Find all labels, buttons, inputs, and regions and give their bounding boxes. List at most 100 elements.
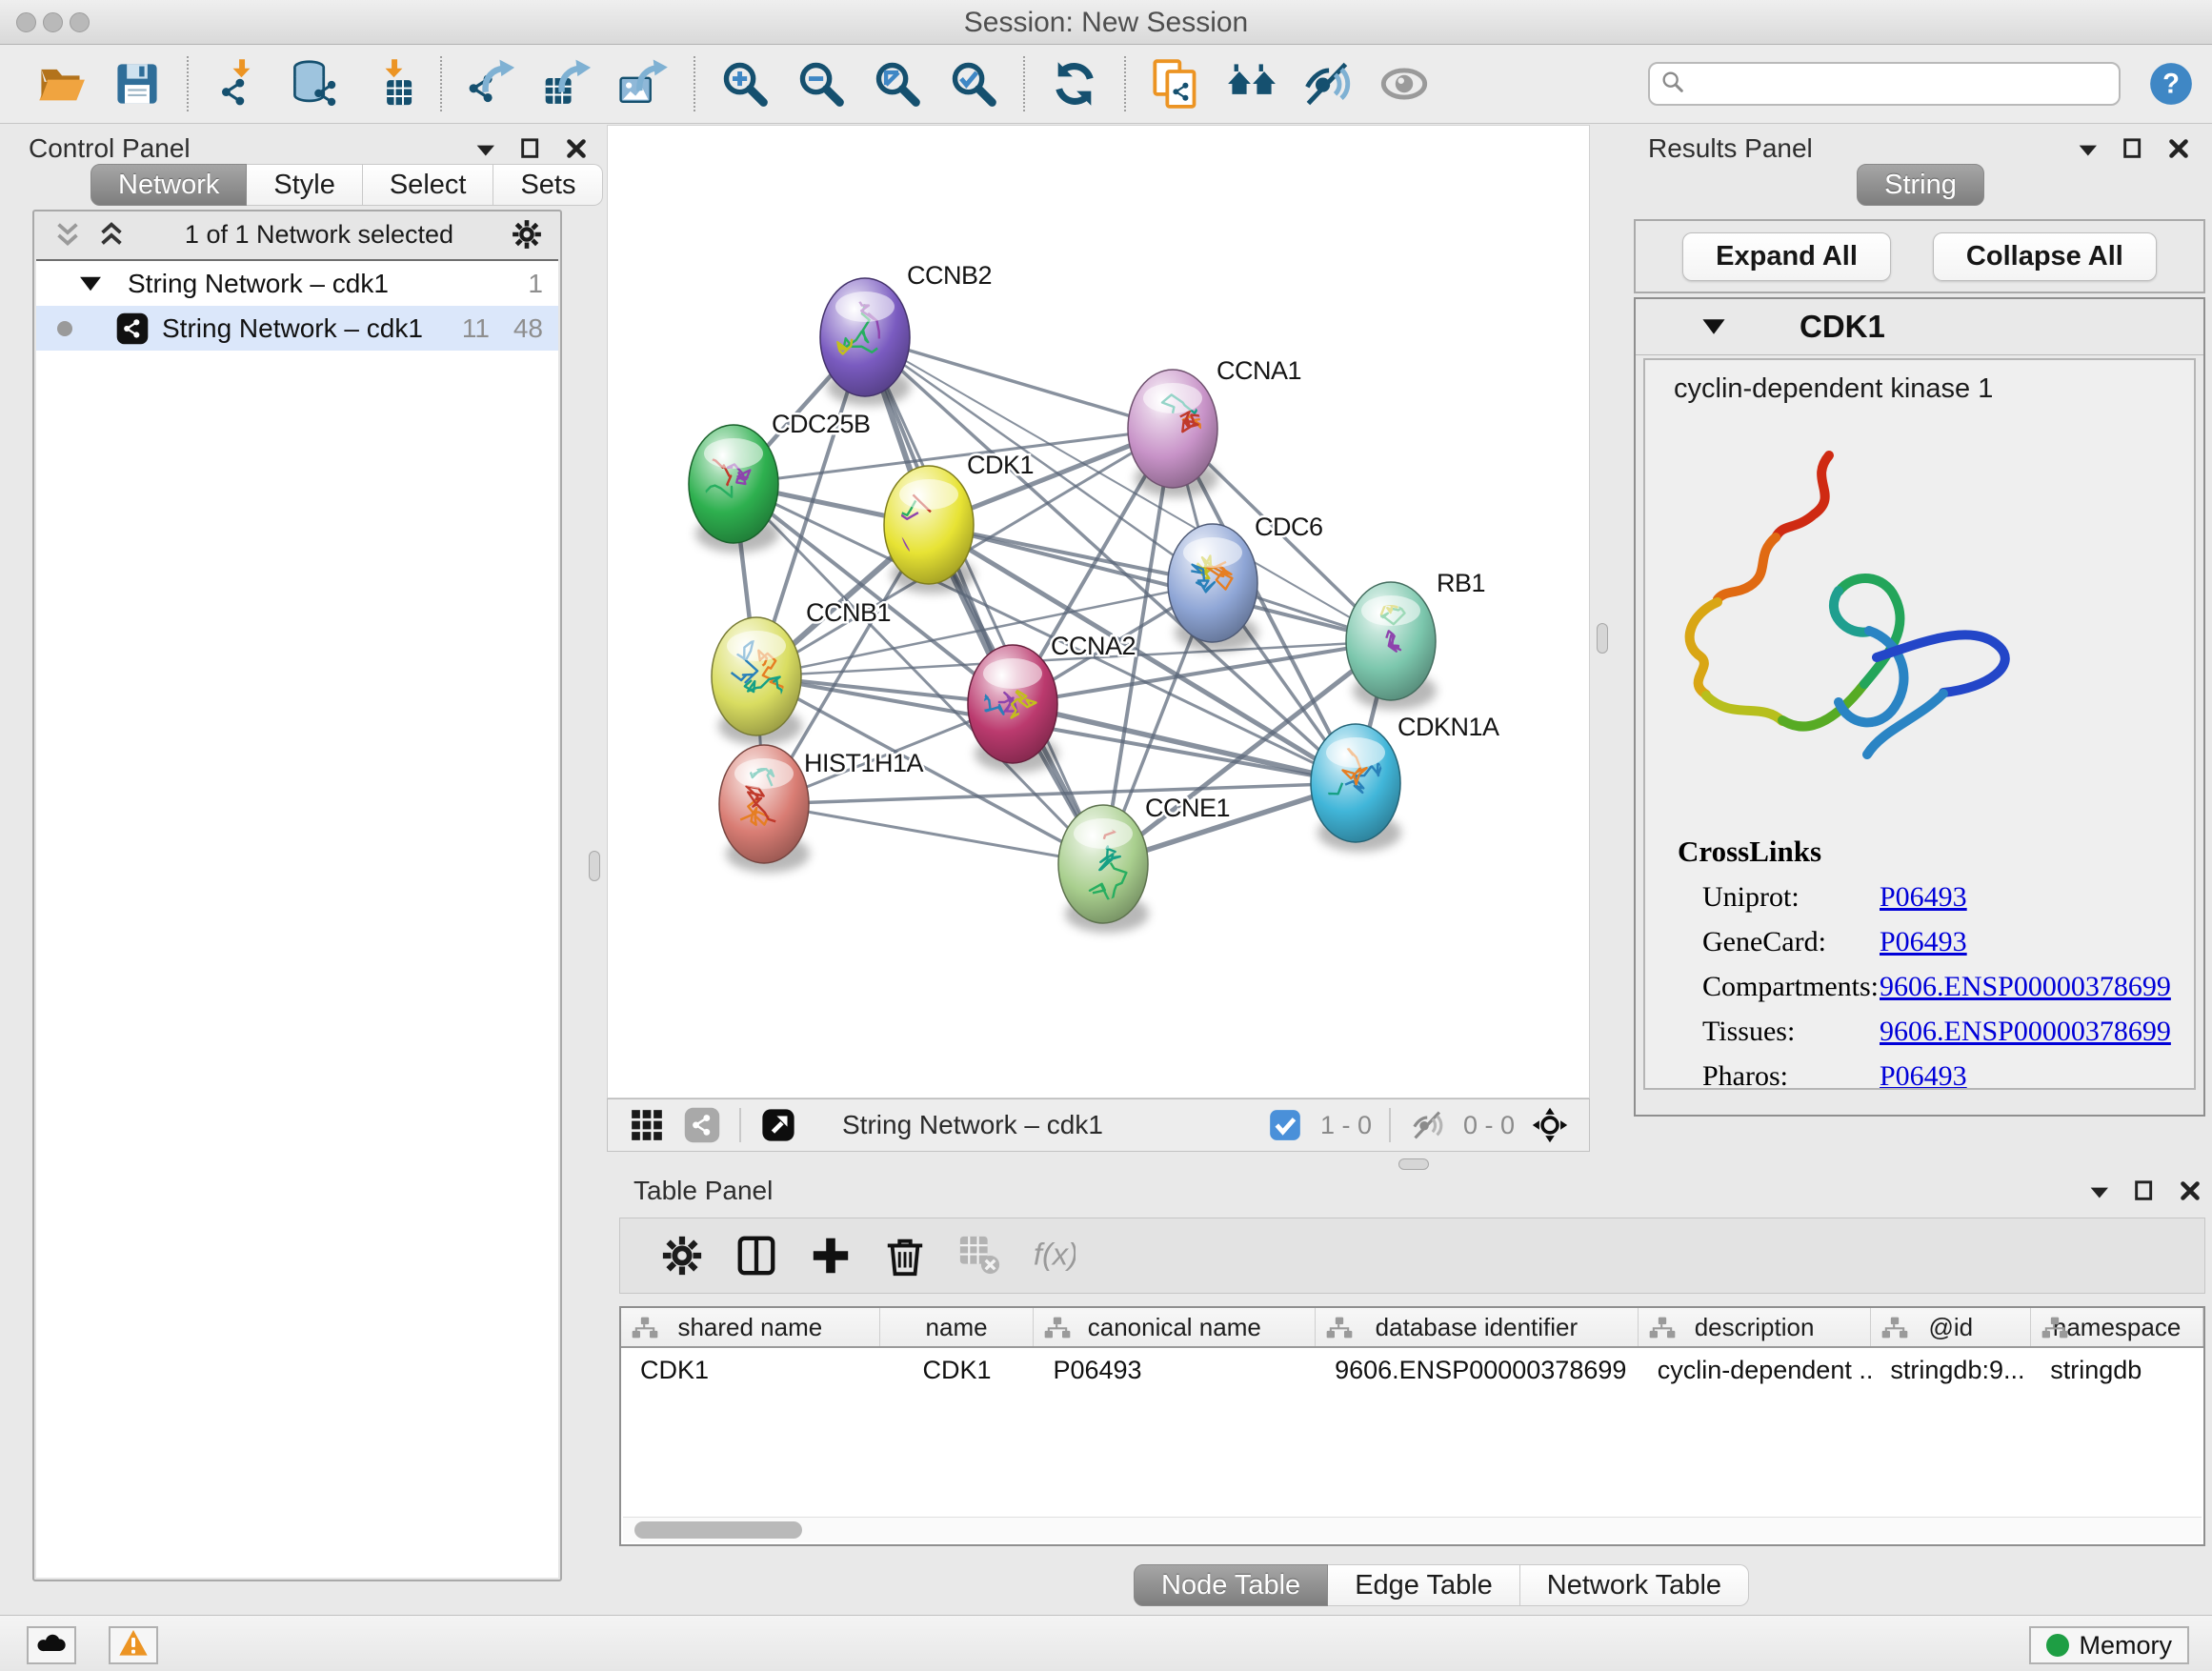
string-node-section: CDK1 cyclin-dependent kinase 1 CrossLink… xyxy=(1634,297,2205,1117)
zoom-selected-icon[interactable] xyxy=(949,59,998,109)
crosslink-link[interactable]: 9606.ENSP00000378699 xyxy=(1880,971,2171,1003)
warnings-button[interactable] xyxy=(109,1626,158,1664)
edge-CCNB2-CCNA1[interactable] xyxy=(865,337,1173,429)
edge-CDK1-RB1[interactable] xyxy=(929,525,1391,641)
column-type-icon xyxy=(631,1316,659,1339)
svg-text:f(x): f(x) xyxy=(1034,1238,1076,1272)
network-node-CDC6[interactable]: CDC6 xyxy=(1168,513,1323,652)
selected-checkbox-icon[interactable] xyxy=(1267,1107,1303,1143)
tab-style[interactable]: Style xyxy=(247,164,362,206)
table-panel-float-button[interactable] xyxy=(2130,1177,2159,1205)
add-column-icon[interactable] xyxy=(809,1234,853,1278)
help-button[interactable]: ? xyxy=(2147,60,2195,108)
tab-node-table[interactable]: Node Table xyxy=(1134,1564,1328,1606)
zoom-out-icon[interactable] xyxy=(796,59,846,109)
table-panel-close-button[interactable] xyxy=(2176,1177,2204,1205)
results-panel-close-button[interactable] xyxy=(2164,134,2193,163)
table-row[interactable]: CDK1CDK1P064939606.ENSP00000378699cyclin… xyxy=(621,1348,2203,1392)
network-node-CDC25B[interactable]: CDC25B xyxy=(670,410,870,553)
crosslink-link[interactable]: 9606.ENSP00000378699 xyxy=(1880,1016,2171,1048)
right-splitter-handle[interactable] xyxy=(1597,623,1608,654)
export-network-icon[interactable] xyxy=(467,59,516,109)
hide-selected-icon[interactable] xyxy=(1303,59,1353,109)
network-node-CCNE1[interactable]: CCNE1 xyxy=(1058,794,1230,933)
table-options-gear-icon[interactable] xyxy=(660,1234,704,1278)
node-label-CDC6: CDC6 xyxy=(1255,513,1323,541)
collapse-all-icon[interactable] xyxy=(51,218,84,251)
zoom-in-icon[interactable] xyxy=(720,59,770,109)
collapse-all-button[interactable]: Collapse All xyxy=(1933,232,2157,281)
birds-eye-grid-icon[interactable] xyxy=(629,1107,665,1143)
results-panel-float-button[interactable] xyxy=(2119,134,2147,163)
results-panel-menu-button[interactable] xyxy=(2073,134,2101,163)
column-header-description[interactable]: description xyxy=(1639,1308,1872,1346)
expand-all-button[interactable]: Expand All xyxy=(1682,232,1891,281)
edge-CCNB2-CCNE1[interactable] xyxy=(865,337,1103,864)
network-overview-icon[interactable] xyxy=(684,1107,720,1143)
search-input[interactable] xyxy=(1694,69,2109,100)
import-table-icon[interactable] xyxy=(366,59,415,109)
crosslink-label: Tissues: xyxy=(1702,1016,1880,1048)
control-panel-menu-button[interactable] xyxy=(471,134,499,163)
tab-network[interactable]: Network xyxy=(90,164,247,206)
crosslink-link[interactable]: P06493 xyxy=(1880,881,1967,914)
search-box[interactable] xyxy=(1648,62,2121,106)
column-header-@id[interactable]: @id xyxy=(1871,1308,2031,1346)
tab-edge-table[interactable]: Edge Table xyxy=(1328,1564,1520,1606)
refresh-view-icon[interactable] xyxy=(1050,59,1099,109)
export-image-icon[interactable] xyxy=(619,59,669,109)
first-neighbors-icon[interactable] xyxy=(1227,59,1277,109)
node-section-header[interactable]: CDK1 xyxy=(1636,299,2203,355)
hidden-eye-icon[interactable] xyxy=(1410,1107,1446,1143)
column-header-canonical-name[interactable]: canonical name xyxy=(1034,1308,1316,1346)
tab-sets[interactable]: Sets xyxy=(493,164,603,206)
control-panel-float-button[interactable] xyxy=(516,134,545,163)
left-splitter-handle[interactable] xyxy=(589,851,600,881)
column-header-shared-name[interactable]: shared name xyxy=(621,1308,880,1346)
edge-CCNA2-CDKN1A[interactable] xyxy=(1013,704,1356,783)
collection-row[interactable]: String Network – cdk1 1 xyxy=(36,261,558,306)
fit-content-crosshair-icon[interactable] xyxy=(1532,1107,1568,1143)
memory-button[interactable]: Memory xyxy=(2029,1626,2189,1664)
open-session-icon[interactable] xyxy=(36,59,86,109)
network-node-CDKN1A[interactable]: CDKN1A xyxy=(1295,713,1499,852)
network-node-CCNA2[interactable]: CCNA2 xyxy=(968,632,1136,773)
bottom-splitter-handle[interactable] xyxy=(1398,1158,1429,1170)
import-network-from-database-icon[interactable] xyxy=(290,59,339,109)
table-scrollbar-thumb[interactable] xyxy=(634,1521,802,1539)
function-builder-icon: f(x) xyxy=(1032,1234,1076,1278)
network-row[interactable]: String Network – cdk1 11 48 xyxy=(36,306,558,351)
crosslink-link[interactable]: P06493 xyxy=(1880,926,1967,958)
cloud-button[interactable] xyxy=(27,1626,76,1664)
delete-column-icon[interactable] xyxy=(883,1234,927,1278)
crosslink-link[interactable]: P06493 xyxy=(1880,1060,1967,1090)
column-header-database-identifier[interactable]: database identifier xyxy=(1316,1308,1639,1346)
network-node-CCNB2[interactable]: CCNB2 xyxy=(820,261,992,406)
zoom-fit-icon[interactable] xyxy=(873,59,922,109)
expand-all-icon[interactable] xyxy=(95,218,128,251)
tab-select[interactable]: Select xyxy=(363,164,494,206)
import-network-icon[interactable] xyxy=(213,59,263,109)
table-panel-menu-button[interactable] xyxy=(2084,1177,2113,1205)
results-panel-header: Results Panel xyxy=(1629,130,2212,168)
collection-expander-icon[interactable] xyxy=(74,268,107,300)
show-all-icon[interactable] xyxy=(1379,59,1429,109)
node-section-expander-icon[interactable] xyxy=(1697,310,1731,344)
network-node-HIST1H1A[interactable]: HIST1H1A xyxy=(719,745,924,873)
network-node-CCNA1[interactable]: CCNA1 xyxy=(1128,356,1301,497)
clone-network-icon[interactable] xyxy=(1151,59,1200,109)
network-view-canvas[interactable]: CDK1CCNB1CCNB2CCNA1CCNA2CCNE1CDC6CDC25BC… xyxy=(607,125,1590,1098)
detach-view-icon[interactable] xyxy=(760,1107,796,1143)
save-session-icon[interactable] xyxy=(112,59,162,109)
column-header-namespace[interactable]: namespace xyxy=(2031,1308,2203,1346)
network-node-CCNB1[interactable]: CCNB1 xyxy=(712,598,891,745)
show-columns-icon[interactable] xyxy=(734,1234,778,1278)
column-type-icon xyxy=(1325,1316,1354,1339)
column-header-name[interactable]: name xyxy=(880,1308,1035,1346)
tab-network-table[interactable]: Network Table xyxy=(1520,1564,1749,1606)
export-table-icon[interactable] xyxy=(543,59,593,109)
network-options-gear-icon[interactable] xyxy=(511,218,543,251)
network-node-RB1[interactable]: RB1 xyxy=(1346,569,1485,710)
tab-string[interactable]: String xyxy=(1857,164,1984,206)
control-panel-close-button[interactable] xyxy=(562,134,591,163)
